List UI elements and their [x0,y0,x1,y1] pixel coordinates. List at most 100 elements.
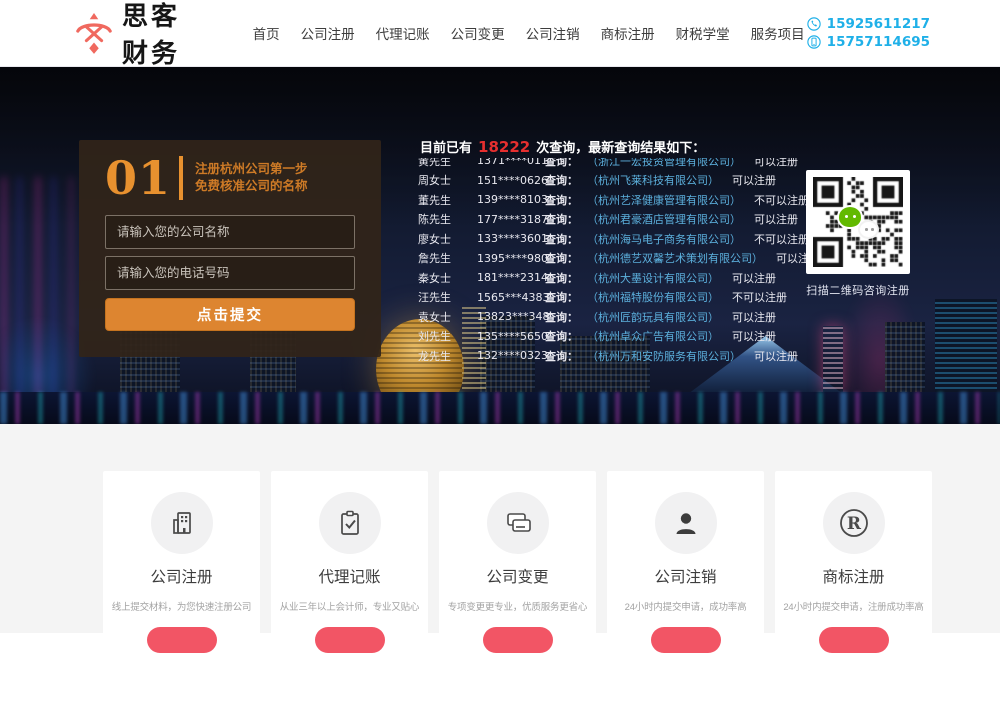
service-more-button[interactable] [315,627,385,653]
query-action-label: 查询： [545,211,587,227]
service-more-button[interactable] [483,627,553,653]
query-name: 陈先生 [418,211,477,227]
name-check-form: 01 注册杭州公司第一步 免费核准公司的名称 点击提交 [79,140,381,357]
query-name: 詹先生 [418,250,477,266]
query-phone: 1371****011 [477,158,545,167]
main-nav: 首页 公司注册 代理记账 公司变更 公司注销 商标注册 财税学堂 服务项目 [251,19,807,47]
query-status: 可以注册 [732,270,776,286]
query-phone: 1565***4383 [477,291,545,304]
query-name: 龙先生 [418,348,477,362]
nav-item-company-register[interactable]: 公司注册 [299,19,357,47]
service-title: 公司变更 [439,565,596,587]
person-icon [671,508,701,538]
query-name: 汪先生 [418,289,477,305]
nav-item-bookkeeping[interactable]: 代理记账 [374,19,432,47]
query-result-row: 董先生 139****8103 查询： （杭州艺泽健康管理有限公司） 不可以注册 [418,190,848,210]
query-counter-title: 目前已有 18222 次查询，最新查询结果如下： [420,137,705,156]
company-name-input[interactable] [105,215,355,249]
query-action-label: 查询： [545,231,587,247]
service-card[interactable]: 代理记账 从业三年以上会计师，专业又贴心 [271,471,428,716]
query-phone: 181****2314 [477,271,545,284]
query-company: （杭州海马电子商务有限公司） [587,231,741,247]
query-name: 袁女士 [418,309,477,325]
nav-item-services[interactable]: 服务项目 [749,19,807,47]
query-phone: 139****8103 [477,193,545,206]
service-more-button[interactable] [147,627,217,653]
service-cards: 公司注册 线上提交材料，为您快速注册公司 代理记账 从业三年以上会计师，专业又贴… [103,471,932,716]
registered-trademark-icon: R [837,506,871,540]
query-result-row: 詹先生 1395****980 查询： （杭州德艺双馨艺术策划有限公司） 可以注… [418,249,848,269]
brand-logo-icon [75,12,113,54]
query-count: 18222 [478,138,530,156]
query-result-row: 陈先生 177****3187 查询： （杭州君豪酒店管理有限公司） 可以注册 [418,210,848,230]
mobile-icon [807,35,821,49]
query-status: 可以注册 [754,211,798,227]
query-title-prefix: 目前已有 [420,137,472,156]
submit-button[interactable]: 点击提交 [105,298,355,331]
service-description: 线上提交材料，为您快速注册公司 [103,599,260,613]
service-card[interactable]: R 商标注册 24小时内提交申请，注册成功率高 [775,471,932,716]
query-result-row: 秦女士 181****2314 查询： （杭州大墨设计有限公司） 可以注册 [418,268,848,288]
service-description: 从业三年以上会计师，专业又贴心 [271,599,428,613]
query-company: （杭州艺泽健康管理有限公司） [587,192,741,208]
wechat-qr-code [806,170,910,274]
query-name: 董先生 [418,192,477,208]
query-action-label: 查询： [545,328,587,344]
query-name: 刘先生 [418,328,477,344]
phone-number[interactable]: 15757114695 [827,34,930,50]
query-phone: 132****0323 [477,349,545,362]
query-status: 不可以注册 [732,289,787,305]
cards-icon [502,508,534,538]
phone-number[interactable]: 15925611217 [827,16,930,32]
nav-item-tax-school[interactable]: 财税学堂 [674,19,732,47]
phone-row-1: 15925611217 [807,16,930,32]
phone-row-2: 15757114695 [807,34,930,50]
query-title-suffix: 次查询，最新查询结果如下： [536,137,705,156]
query-name: 黄先生 [418,158,477,169]
query-phone: 133****3601 [477,232,545,245]
service-description: 专项变更更专业，优质服务更省心 [439,599,596,613]
service-icon-circle: R [823,492,885,554]
qr-caption: 扫描二维码咨询注册 [796,282,920,298]
query-result-row: 汪先生 1565***4383 查询： （杭州福特股份有限公司） 不可以注册 [418,288,848,308]
top-header: 思客财务 首页 公司注册 代理记账 公司变更 公司注销 商标注册 财税学堂 服务… [0,0,1000,67]
service-description: 24小时内提交申请，注册成功率高 [775,599,932,613]
query-action-label: 查询： [545,158,587,169]
query-result-row: 廖女士 133****3601 查询： （杭州海马电子商务有限公司） 不可以注册 [418,229,848,249]
query-status: 可以注册 [754,348,798,362]
service-icon-circle [655,492,717,554]
query-status: 可以注册 [732,328,776,344]
query-phone: 1395****980 [477,252,545,265]
query-company: （杭州大墨设计有限公司） [587,270,719,286]
nav-item-company-cancel[interactable]: 公司注销 [524,19,582,47]
query-phone: 13823***348 [477,310,545,323]
phone-icon [807,17,821,31]
form-step-header: 01 注册杭州公司第一步 免费核准公司的名称 [105,155,355,201]
service-title: 代理记账 [271,565,428,587]
service-card[interactable]: 公司注册 线上提交材料，为您快速注册公司 [103,471,260,716]
query-status: 不可以注册 [754,192,809,208]
nav-item-company-change[interactable]: 公司变更 [449,19,507,47]
nav-item-home[interactable]: 首页 [251,19,282,47]
query-result-row: 刘先生 135****5650 查询： （杭州卓众广告有限公司） 可以注册 [418,327,848,347]
service-more-button[interactable] [819,627,889,653]
query-status: 可以注册 [754,158,798,169]
query-action-label: 查询： [545,309,587,325]
service-card[interactable]: 公司变更 专项变更更专业，优质服务更省心 [439,471,596,716]
service-icon-circle [487,492,549,554]
query-name: 周女士 [418,172,477,188]
query-action-label: 查询： [545,289,587,305]
svg-text:R: R [846,514,861,534]
query-company: （杭州卓众广告有限公司） [587,328,719,344]
query-name: 廖女士 [418,231,477,247]
query-company: （杭州匠韵玩具有限公司） [587,309,719,325]
nav-item-trademark[interactable]: 商标注册 [599,19,657,47]
service-card[interactable]: 公司注销 24小时内提交申请，成功率高 [607,471,764,716]
brand-logo[interactable]: 思客财务 [75,0,207,70]
phone-number-input[interactable] [105,256,355,290]
service-more-button[interactable] [651,627,721,653]
query-company: （杭州德艺双馨艺术策划有限公司） [587,250,763,266]
services-section: 公司注册 线上提交材料，为您快速注册公司 代理记账 从业三年以上会计师，专业又贴… [0,424,1000,633]
service-title: 商标注册 [775,565,932,587]
query-results-list: 黄先生 1371****011 查询： （浙江一宏投资管理有限公司） 可以注册 … [418,158,848,362]
